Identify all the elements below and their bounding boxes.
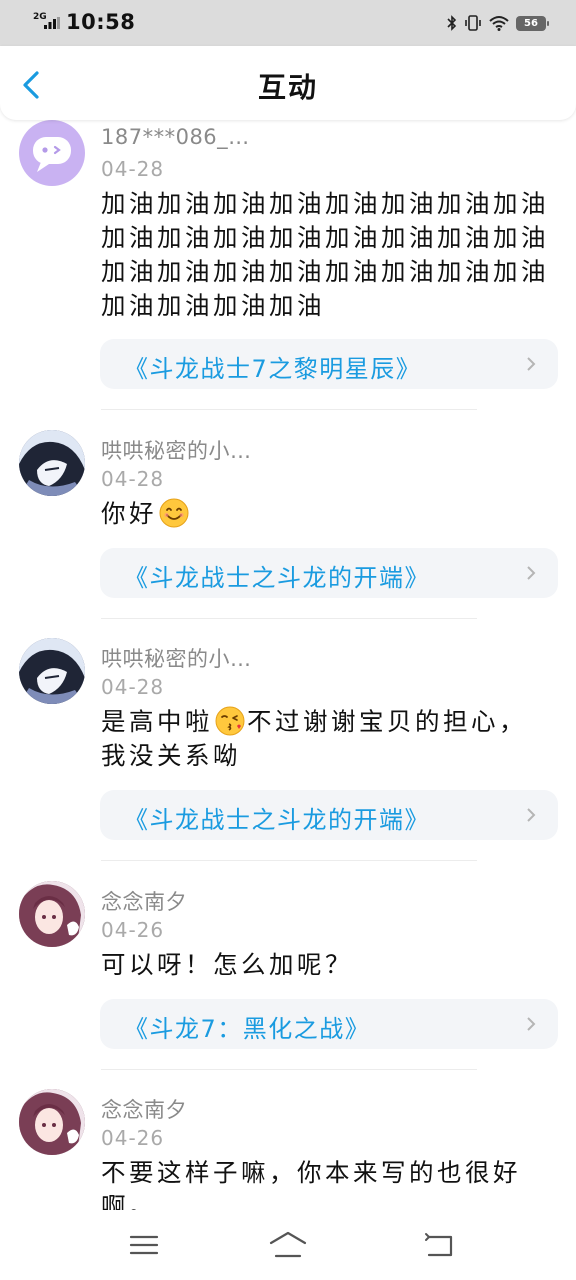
clock: 10:58 bbox=[66, 10, 136, 34]
book-link[interactable]: 《斗龙战士7之黎明星辰》 bbox=[100, 339, 558, 389]
book-title: 《斗龙7：黑化之战》 bbox=[124, 1015, 371, 1043]
book-link[interactable]: 《斗龙战士之斗龙的开端》 bbox=[100, 548, 558, 598]
battery-icon: 56 bbox=[516, 15, 549, 31]
kiss-emoji bbox=[215, 706, 245, 736]
comment-text: 可以呀！怎么加呢？ bbox=[101, 950, 353, 979]
wifi-icon bbox=[489, 16, 509, 31]
book-title: 《斗龙战士7之黎明星辰》 bbox=[124, 355, 422, 383]
book-title: 《斗龙战士之斗龙的开端》 bbox=[124, 564, 430, 592]
comment-list[interactable]: 187***086_… 04-28 加油加油加油加油加油加油加油加油加油加油加油… bbox=[0, 120, 576, 1210]
home-icon[interactable] bbox=[268, 1230, 308, 1260]
username: 哄哄秘密的小… bbox=[101, 647, 252, 671]
smile-emoji bbox=[159, 498, 189, 528]
comment-date: 04-26 bbox=[101, 1126, 165, 1150]
anime-girl-avatar-image bbox=[19, 881, 85, 947]
avatar[interactable] bbox=[19, 638, 85, 704]
comment-text: 是高中啦 不过谢谢宝贝的担心，我没关系呦 bbox=[101, 706, 527, 770]
avatar[interactable] bbox=[19, 430, 85, 496]
comment-date: 04-28 bbox=[101, 467, 165, 491]
anime-girl-avatar-image bbox=[19, 1089, 85, 1155]
avatar[interactable] bbox=[19, 120, 85, 186]
chat-bubble-avatar-icon bbox=[33, 137, 71, 172]
book-link[interactable]: 《斗龙7：黑化之战》 bbox=[100, 999, 558, 1049]
comment-text: 不要这样子嘛，你本来写的也很好啊。 bbox=[101, 1158, 521, 1210]
comment-text: 加油加油加油加油加油加油加油加油加油加油加油加油加油加油加油加油加油加油加油加油… bbox=[101, 189, 549, 320]
username: 念念南夕 bbox=[101, 1098, 187, 1122]
book-title: 《斗龙战士之斗龙的开端》 bbox=[124, 806, 430, 834]
chevron-right-icon bbox=[527, 566, 536, 580]
system-nav-bar bbox=[0, 1210, 576, 1280]
divider bbox=[101, 1069, 477, 1070]
chevron-right-icon bbox=[527, 808, 536, 822]
username: 187***086_… bbox=[101, 125, 250, 149]
divider bbox=[101, 409, 477, 410]
top-bar: 互动 bbox=[0, 46, 576, 120]
comment-date: 04-28 bbox=[101, 675, 165, 699]
divider bbox=[101, 860, 477, 861]
avatar[interactable] bbox=[19, 1089, 85, 1155]
chevron-right-icon bbox=[527, 357, 536, 371]
username: 哄哄秘密的小… bbox=[101, 439, 252, 463]
comment-text: 你好 bbox=[101, 497, 549, 531]
chevron-right-icon bbox=[527, 1017, 536, 1031]
return-icon[interactable] bbox=[419, 1230, 459, 1260]
vibrate-icon bbox=[465, 15, 481, 31]
comment-date: 04-28 bbox=[101, 157, 165, 181]
page-title: 互动 bbox=[257, 71, 318, 104]
anime-avatar-image bbox=[19, 430, 85, 496]
avatar[interactable] bbox=[19, 881, 85, 947]
divider bbox=[101, 618, 477, 619]
bluetooth-icon bbox=[447, 15, 457, 31]
book-link[interactable]: 《斗龙战士之斗龙的开端》 bbox=[100, 790, 558, 840]
username: 念念南夕 bbox=[101, 890, 187, 914]
signal-icon bbox=[44, 17, 60, 29]
status-bar: 2G 10:58 56 bbox=[0, 0, 576, 46]
menu-icon[interactable] bbox=[124, 1230, 164, 1260]
comment-date: 04-26 bbox=[101, 918, 165, 942]
anime-avatar-image bbox=[19, 638, 85, 704]
